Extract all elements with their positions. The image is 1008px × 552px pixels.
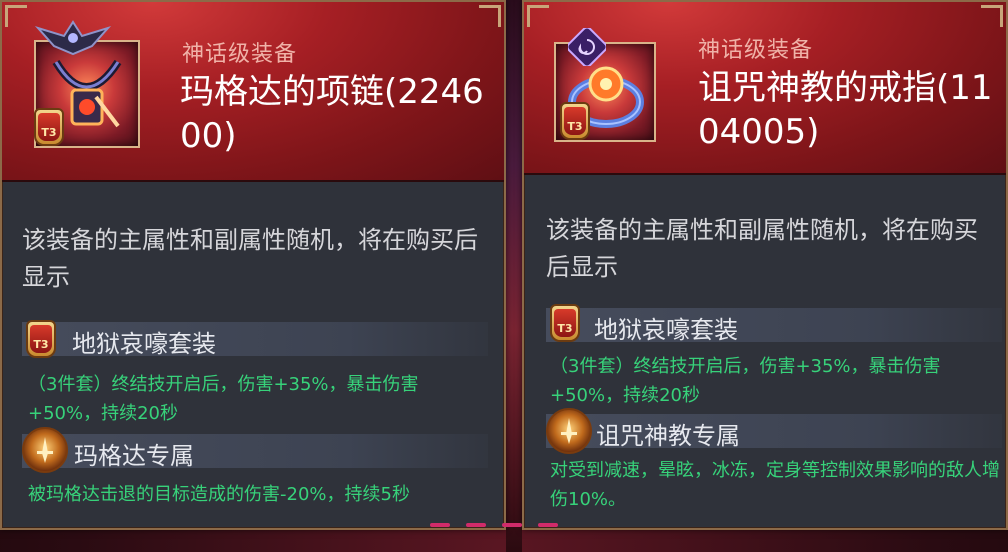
item-name: 玛格达的项链(224600): [180, 72, 484, 156]
corner-ornament: [5, 5, 27, 27]
exclusive-bonus-title: 玛格达专属: [74, 442, 194, 470]
set-bonus-title: 地狱哀嚎套装: [72, 330, 216, 358]
background-strip: [506, 0, 522, 552]
set-bonus-effect: （3件套）终结技开启后，伤害+35%，暴击伤害+50%，持续20秒: [28, 374, 419, 424]
item-tooltip-necklace: T3 神话级装备 玛格达的项链(224600) 该装备的主属性和副属性随机，将在…: [0, 0, 506, 530]
corner-ornament: [527, 5, 549, 27]
exclusive-bonus-title: 诅咒神教专属: [596, 422, 740, 450]
t3-tier-badge-icon: T3: [26, 320, 56, 358]
demon-wing-emblem-icon: [34, 20, 112, 56]
tooltip-header: T3 神话级装备 玛格达的项链(224600): [2, 2, 504, 182]
exclusive-bonus-effect: 被玛格达击退的目标造成的伤害-20%，持续5秒: [28, 484, 410, 505]
item-grade: 神话级装备: [182, 42, 298, 67]
corner-ornament: [981, 5, 1003, 27]
t3-tier-badge-icon: T3: [34, 108, 64, 146]
t3-tier-badge-icon: T3: [550, 304, 580, 342]
exclusive-bonus-effect: 对受到减速，晕眩，冰冻，定身等控制效果影响的敌人增伤10%。: [550, 460, 1000, 510]
tooltip-stage: T3 神话级装备 玛格达的项链(224600) 该装备的主属性和副属性随机，将在…: [0, 0, 1008, 552]
item-grade: 神话级装备: [698, 38, 814, 63]
set-bonus-title: 地狱哀嚎套装: [594, 316, 738, 344]
bottom-decoration: [430, 520, 580, 530]
item-description: 该装备的主属性和副属性随机，将在购买后显示: [22, 226, 478, 291]
swirl-emblem-icon: [568, 28, 606, 66]
t3-tier-badge-icon: T3: [560, 102, 590, 140]
tooltip-header: T3 神话级装备 诅咒神教的戒指(1104005): [524, 2, 1006, 175]
item-tooltip-ring: T3 神话级装备 诅咒神教的戒指(1104005) 该装备的主属性和副属性随机，…: [522, 0, 1008, 530]
sword-emblem-icon: [22, 427, 68, 473]
item-name: 诅咒神教的戒指(1104005): [698, 68, 993, 152]
sword-emblem-icon: [546, 408, 592, 454]
corner-ornament: [479, 5, 501, 27]
set-bonus-effect: （3件套）终结技开启后，伤害+35%，暴击伤害+50%，持续20秒: [550, 356, 941, 406]
item-description: 该装备的主属性和副属性随机，将在购买后显示: [546, 216, 978, 281]
